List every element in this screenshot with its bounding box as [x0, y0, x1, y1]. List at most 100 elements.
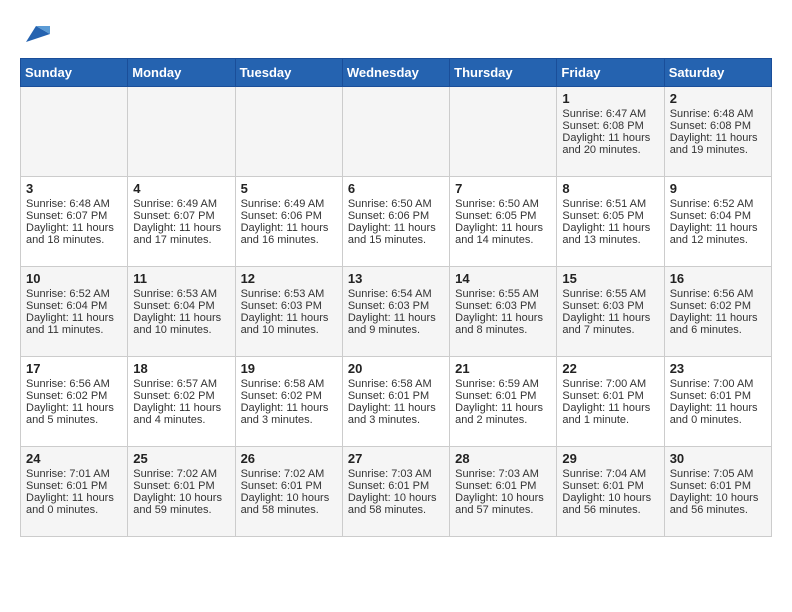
day-cell: 5Sunrise: 6:49 AMSunset: 6:06 PMDaylight…: [235, 177, 342, 267]
page-header: [20, 20, 772, 48]
day-info: Sunrise: 7:05 AM: [670, 468, 766, 480]
day-number: 2: [670, 91, 766, 106]
day-info: Sunrise: 7:01 AM: [26, 468, 122, 480]
day-info: Sunrise: 6:53 AM: [133, 288, 229, 300]
day-info: Daylight: 11 hours: [241, 402, 337, 414]
day-info: Daylight: 11 hours: [26, 492, 122, 504]
week-row-2: 3Sunrise: 6:48 AMSunset: 6:07 PMDaylight…: [21, 177, 772, 267]
day-cell: 13Sunrise: 6:54 AMSunset: 6:03 PMDayligh…: [342, 267, 449, 357]
day-info: and 4 minutes.: [133, 414, 229, 426]
day-info: Sunrise: 6:53 AM: [241, 288, 337, 300]
day-number: 5: [241, 181, 337, 196]
day-info: Daylight: 10 hours: [133, 492, 229, 504]
day-number: 28: [455, 451, 551, 466]
day-info: and 14 minutes.: [455, 234, 551, 246]
day-number: 15: [562, 271, 658, 286]
day-info: Sunrise: 7:00 AM: [562, 378, 658, 390]
day-info: Sunrise: 7:00 AM: [670, 378, 766, 390]
day-info: Sunset: 6:03 PM: [455, 300, 551, 312]
day-cell: [450, 87, 557, 177]
day-info: Daylight: 11 hours: [133, 402, 229, 414]
day-info: Sunrise: 6:52 AM: [26, 288, 122, 300]
day-info: Sunset: 6:01 PM: [562, 480, 658, 492]
day-info: Sunset: 6:01 PM: [562, 390, 658, 402]
day-cell: 28Sunrise: 7:03 AMSunset: 6:01 PMDayligh…: [450, 447, 557, 537]
day-cell: [342, 87, 449, 177]
day-info: Sunset: 6:05 PM: [455, 210, 551, 222]
day-info: Sunrise: 7:03 AM: [455, 468, 551, 480]
day-info: and 8 minutes.: [455, 324, 551, 336]
day-cell: 15Sunrise: 6:55 AMSunset: 6:03 PMDayligh…: [557, 267, 664, 357]
day-cell: 7Sunrise: 6:50 AMSunset: 6:05 PMDaylight…: [450, 177, 557, 267]
day-info: and 1 minute.: [562, 414, 658, 426]
day-info: and 5 minutes.: [26, 414, 122, 426]
day-number: 17: [26, 361, 122, 376]
day-number: 22: [562, 361, 658, 376]
day-info: Daylight: 11 hours: [133, 222, 229, 234]
day-info: Daylight: 10 hours: [241, 492, 337, 504]
day-number: 1: [562, 91, 658, 106]
day-info: Sunset: 6:02 PM: [133, 390, 229, 402]
day-info: and 11 minutes.: [26, 324, 122, 336]
day-info: Sunset: 6:03 PM: [562, 300, 658, 312]
day-number: 8: [562, 181, 658, 196]
day-cell: [128, 87, 235, 177]
day-info: Daylight: 11 hours: [26, 402, 122, 414]
day-info: and 15 minutes.: [348, 234, 444, 246]
day-cell: 8Sunrise: 6:51 AMSunset: 6:05 PMDaylight…: [557, 177, 664, 267]
day-number: 26: [241, 451, 337, 466]
day-number: 10: [26, 271, 122, 286]
day-info: Sunset: 6:01 PM: [241, 480, 337, 492]
day-info: Daylight: 11 hours: [455, 222, 551, 234]
weekday-header-wednesday: Wednesday: [342, 59, 449, 87]
weekday-header-thursday: Thursday: [450, 59, 557, 87]
week-row-3: 10Sunrise: 6:52 AMSunset: 6:04 PMDayligh…: [21, 267, 772, 357]
day-info: and 20 minutes.: [562, 144, 658, 156]
day-cell: 6Sunrise: 6:50 AMSunset: 6:06 PMDaylight…: [342, 177, 449, 267]
day-number: 25: [133, 451, 229, 466]
weekday-header-monday: Monday: [128, 59, 235, 87]
day-info: Daylight: 10 hours: [455, 492, 551, 504]
day-number: 29: [562, 451, 658, 466]
day-number: 20: [348, 361, 444, 376]
day-info: Sunrise: 7:03 AM: [348, 468, 444, 480]
day-info: and 7 minutes.: [562, 324, 658, 336]
day-cell: [235, 87, 342, 177]
day-info: Sunset: 6:03 PM: [348, 300, 444, 312]
day-info: and 12 minutes.: [670, 234, 766, 246]
day-info: Sunrise: 7:02 AM: [241, 468, 337, 480]
day-info: Sunset: 6:02 PM: [241, 390, 337, 402]
day-info: Sunset: 6:04 PM: [26, 300, 122, 312]
day-info: Sunset: 6:02 PM: [670, 300, 766, 312]
day-info: Sunset: 6:08 PM: [670, 120, 766, 132]
day-number: 12: [241, 271, 337, 286]
day-info: Sunset: 6:01 PM: [670, 480, 766, 492]
day-cell: 23Sunrise: 7:00 AMSunset: 6:01 PMDayligh…: [664, 357, 771, 447]
day-info: Sunset: 6:06 PM: [241, 210, 337, 222]
day-info: Sunrise: 6:50 AM: [348, 198, 444, 210]
day-info: Sunrise: 6:47 AM: [562, 108, 658, 120]
day-info: Sunrise: 6:54 AM: [348, 288, 444, 300]
day-info: and 18 minutes.: [26, 234, 122, 246]
day-cell: 12Sunrise: 6:53 AMSunset: 6:03 PMDayligh…: [235, 267, 342, 357]
day-info: Daylight: 11 hours: [26, 312, 122, 324]
day-info: Daylight: 11 hours: [562, 312, 658, 324]
day-info: Sunset: 6:03 PM: [241, 300, 337, 312]
day-info: Daylight: 11 hours: [348, 402, 444, 414]
day-number: 19: [241, 361, 337, 376]
day-info: Daylight: 11 hours: [562, 132, 658, 144]
day-info: Sunset: 6:07 PM: [26, 210, 122, 222]
day-info: and 19 minutes.: [670, 144, 766, 156]
day-number: 18: [133, 361, 229, 376]
week-row-4: 17Sunrise: 6:56 AMSunset: 6:02 PMDayligh…: [21, 357, 772, 447]
day-info: Daylight: 11 hours: [670, 402, 766, 414]
day-info: Daylight: 10 hours: [348, 492, 444, 504]
day-number: 21: [455, 361, 551, 376]
day-cell: 9Sunrise: 6:52 AMSunset: 6:04 PMDaylight…: [664, 177, 771, 267]
day-info: Daylight: 11 hours: [562, 402, 658, 414]
day-info: Sunrise: 6:58 AM: [241, 378, 337, 390]
day-number: 11: [133, 271, 229, 286]
day-info: and 3 minutes.: [348, 414, 444, 426]
day-number: 23: [670, 361, 766, 376]
day-number: 30: [670, 451, 766, 466]
